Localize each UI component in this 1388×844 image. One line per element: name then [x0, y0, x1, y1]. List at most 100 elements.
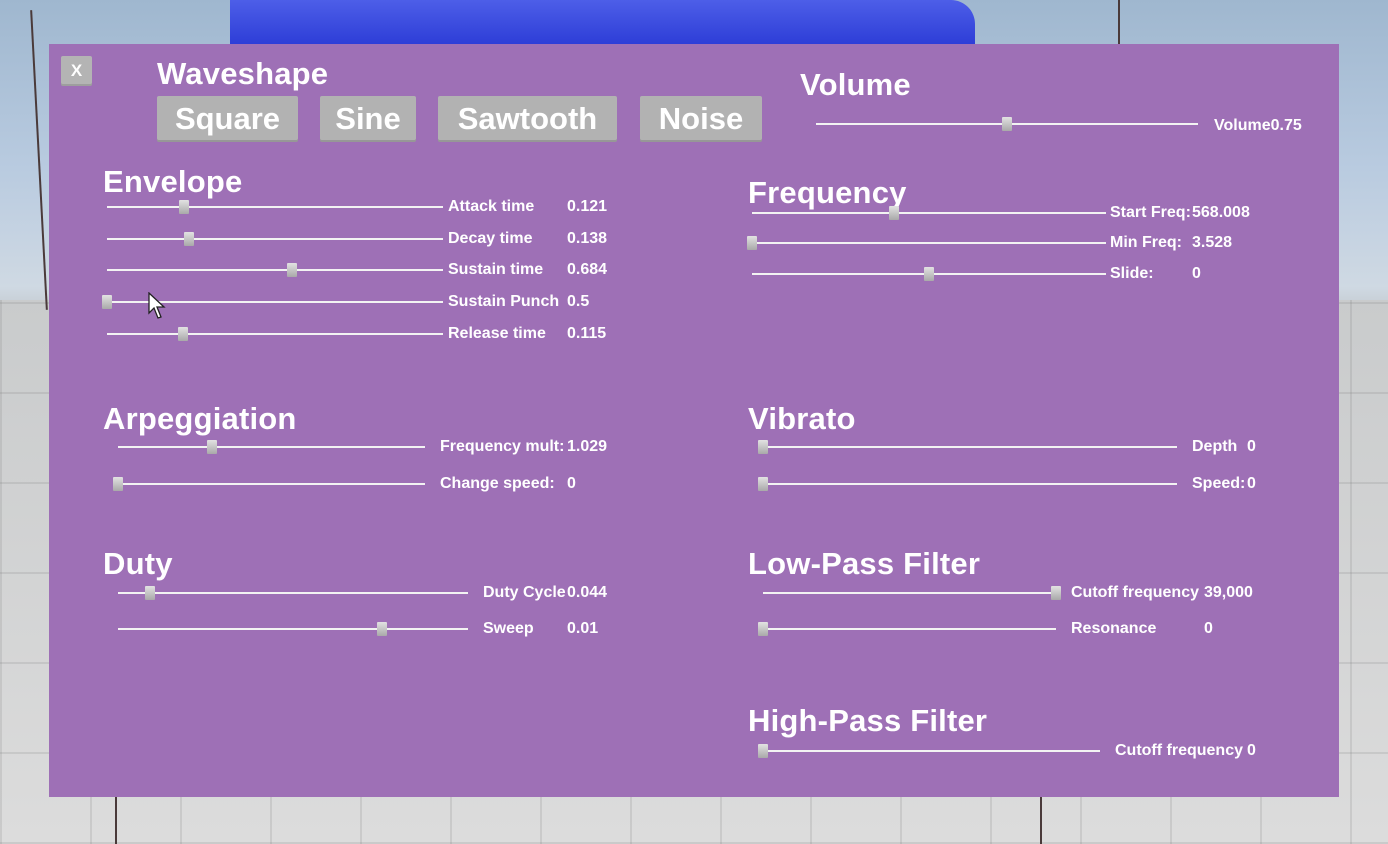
decay-time-value: 0.138 [567, 230, 608, 247]
slider-thumb[interactable] [758, 477, 768, 491]
slider-track [107, 238, 443, 240]
start-freq-label: Start Freq: [1110, 204, 1191, 221]
arpeggiation-title: Arpeggiation [103, 401, 297, 436]
slide-label: Slide: [1110, 265, 1154, 282]
slider-thumb[interactable] [177, 327, 188, 341]
change-speed-label: Change speed: [440, 475, 555, 492]
sweep-slider[interactable] [118, 619, 468, 639]
slider-thumb[interactable] [377, 622, 388, 636]
slider-thumb[interactable] [206, 440, 217, 454]
min-freq-value: 3.528 [1192, 234, 1233, 251]
sustain-time-label: Sustain time [448, 261, 544, 278]
decay-time-slider[interactable] [107, 229, 443, 249]
slider-track [118, 446, 425, 448]
slider-track [107, 269, 443, 271]
cutoff-frequency-value: 39,000 [1204, 584, 1253, 601]
sawtooth-button[interactable]: Sawtooth [438, 96, 617, 142]
sustain-punch-value: 0.5 [567, 293, 590, 310]
slider-thumb[interactable] [102, 295, 112, 309]
slider-thumb[interactable] [1002, 117, 1012, 131]
scene-line [115, 797, 117, 844]
high-pass-filter-title: High-Pass Filter [748, 703, 988, 738]
noise-button[interactable]: Noise [640, 96, 762, 142]
frequency-mult-label: Frequency mult: [440, 438, 565, 455]
cutoff-frequency-label: Cutoff frequency [1071, 584, 1199, 601]
close-button[interactable]: X [61, 56, 92, 86]
sweep-value: 0.01 [567, 620, 599, 637]
slider-thumb[interactable] [888, 206, 899, 220]
vibrato-title: Vibrato [748, 401, 856, 436]
release-time-label: Release time [448, 325, 546, 342]
change-speed-slider[interactable] [113, 474, 425, 494]
scene-line [1118, 0, 1120, 44]
cutoff-frequency-slider[interactable] [758, 741, 1100, 761]
resonance-slider[interactable] [758, 619, 1056, 639]
slider-thumb[interactable] [758, 440, 768, 454]
slider-track [763, 446, 1177, 448]
min-freq-slider[interactable] [747, 233, 1106, 253]
depth-slider[interactable] [758, 437, 1177, 457]
release-time-slider[interactable] [107, 324, 443, 344]
envelope-title: Envelope [103, 164, 243, 199]
scene-line [1040, 797, 1042, 844]
duty-cycle-label: Duty Cycle [483, 584, 566, 601]
slide-slider[interactable] [752, 264, 1106, 284]
release-time-value: 0.115 [567, 325, 607, 342]
duty-title: Duty [103, 546, 173, 581]
volume-label: Volume0.75 [1214, 117, 1302, 134]
start-freq-value: 568.008 [1192, 204, 1250, 221]
slider-thumb[interactable] [758, 622, 768, 636]
start-freq-slider[interactable] [752, 203, 1106, 223]
slider-track [763, 750, 1100, 752]
speed-label: Speed: [1192, 475, 1246, 492]
square-button[interactable]: Square [157, 96, 298, 142]
decay-time-label: Decay time [448, 230, 533, 247]
slider-thumb[interactable] [179, 200, 190, 214]
slider-track [107, 333, 443, 335]
attack-time-slider[interactable] [107, 197, 443, 217]
sustain-time-value: 0.684 [567, 261, 608, 278]
slide-value: 0 [1192, 265, 1201, 282]
slider-thumb[interactable] [924, 267, 934, 281]
mouse-cursor-icon [148, 292, 166, 319]
volume-slider[interactable] [816, 114, 1198, 134]
scene-line [30, 10, 48, 310]
cutoff-frequency-label: Cutoff frequency [1115, 742, 1243, 759]
scene-blue-object [230, 0, 975, 48]
waveshape-title: Waveshape [157, 56, 329, 91]
slider-track [763, 592, 1056, 594]
cutoff-frequency-slider[interactable] [763, 583, 1061, 603]
slider-thumb[interactable] [113, 477, 123, 491]
sustain-punch-label: Sustain Punch [448, 293, 560, 310]
attack-time-label: Attack time [448, 198, 535, 215]
attack-time-value: 0.121 [567, 198, 608, 215]
slider-track [118, 628, 468, 630]
speed-slider[interactable] [758, 474, 1177, 494]
slider-track [118, 483, 425, 485]
resonance-label: Resonance [1071, 620, 1157, 637]
slider-thumb[interactable] [758, 744, 768, 758]
sustain-time-slider[interactable] [107, 260, 443, 280]
speed-value: 0 [1247, 475, 1256, 492]
slider-thumb[interactable] [144, 586, 155, 600]
min-freq-label: Min Freq: [1110, 234, 1182, 251]
depth-label: Depth [1192, 438, 1238, 455]
duty-cycle-value: 0.044 [567, 584, 608, 601]
duty-cycle-slider[interactable] [118, 583, 468, 603]
slider-thumb[interactable] [747, 236, 757, 250]
slider-thumb[interactable] [184, 232, 195, 246]
sine-button[interactable]: Sine [320, 96, 416, 142]
resonance-value: 0 [1204, 620, 1213, 637]
slider-track [763, 628, 1056, 630]
slider-track [763, 483, 1177, 485]
slider-track [107, 206, 443, 208]
depth-value: 0 [1247, 438, 1256, 455]
low-pass-filter-title: Low-Pass Filter [748, 546, 981, 581]
frequency-mult-slider[interactable] [118, 437, 425, 457]
slider-thumb[interactable] [286, 263, 297, 277]
slider-track [118, 592, 468, 594]
cutoff-frequency-value: 0 [1247, 742, 1256, 759]
slider-thumb[interactable] [1051, 586, 1061, 600]
slider-track [752, 212, 1106, 214]
sweep-label: Sweep [483, 620, 534, 637]
